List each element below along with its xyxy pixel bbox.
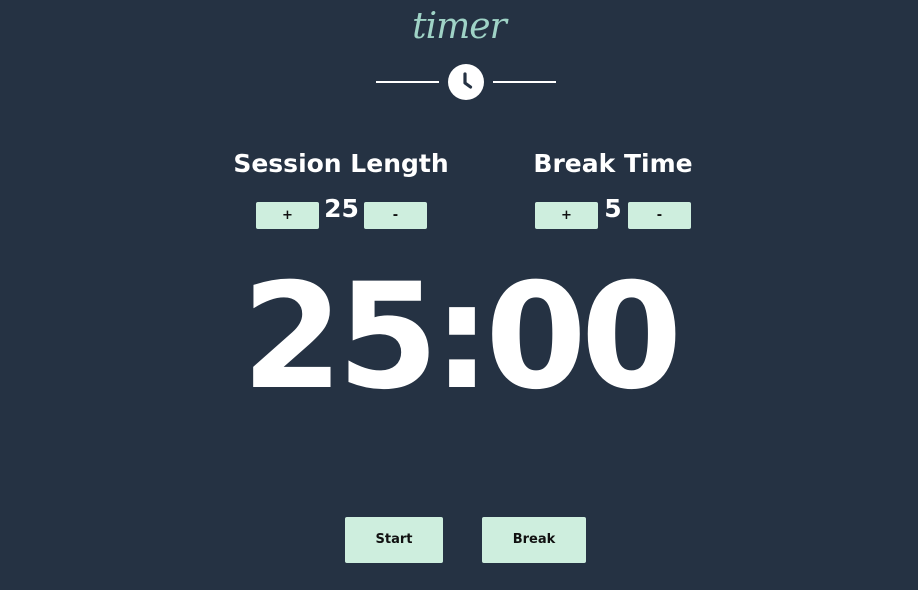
clock-icon — [448, 64, 484, 100]
session-increment-button[interactable]: + — [256, 202, 319, 229]
timer-display: 25:00 — [241, 252, 683, 422]
header-divider-left — [376, 81, 439, 83]
session-length-title: Session Length — [233, 149, 449, 178]
break-time-title: Break Time — [533, 149, 693, 178]
start-button[interactable]: Start — [345, 517, 443, 563]
session-length-value: 25 — [324, 194, 359, 223]
break-button[interactable]: Break — [482, 517, 586, 563]
session-decrement-button[interactable]: - — [364, 202, 427, 229]
timer-app: timer Session Length Break Time + 25 - +… — [0, 0, 918, 590]
break-increment-button[interactable]: + — [535, 202, 598, 229]
app-logo: timer — [412, 6, 507, 47]
header-divider-right — [493, 81, 556, 83]
break-decrement-button[interactable]: - — [628, 202, 691, 229]
break-time-value: 5 — [604, 194, 622, 223]
